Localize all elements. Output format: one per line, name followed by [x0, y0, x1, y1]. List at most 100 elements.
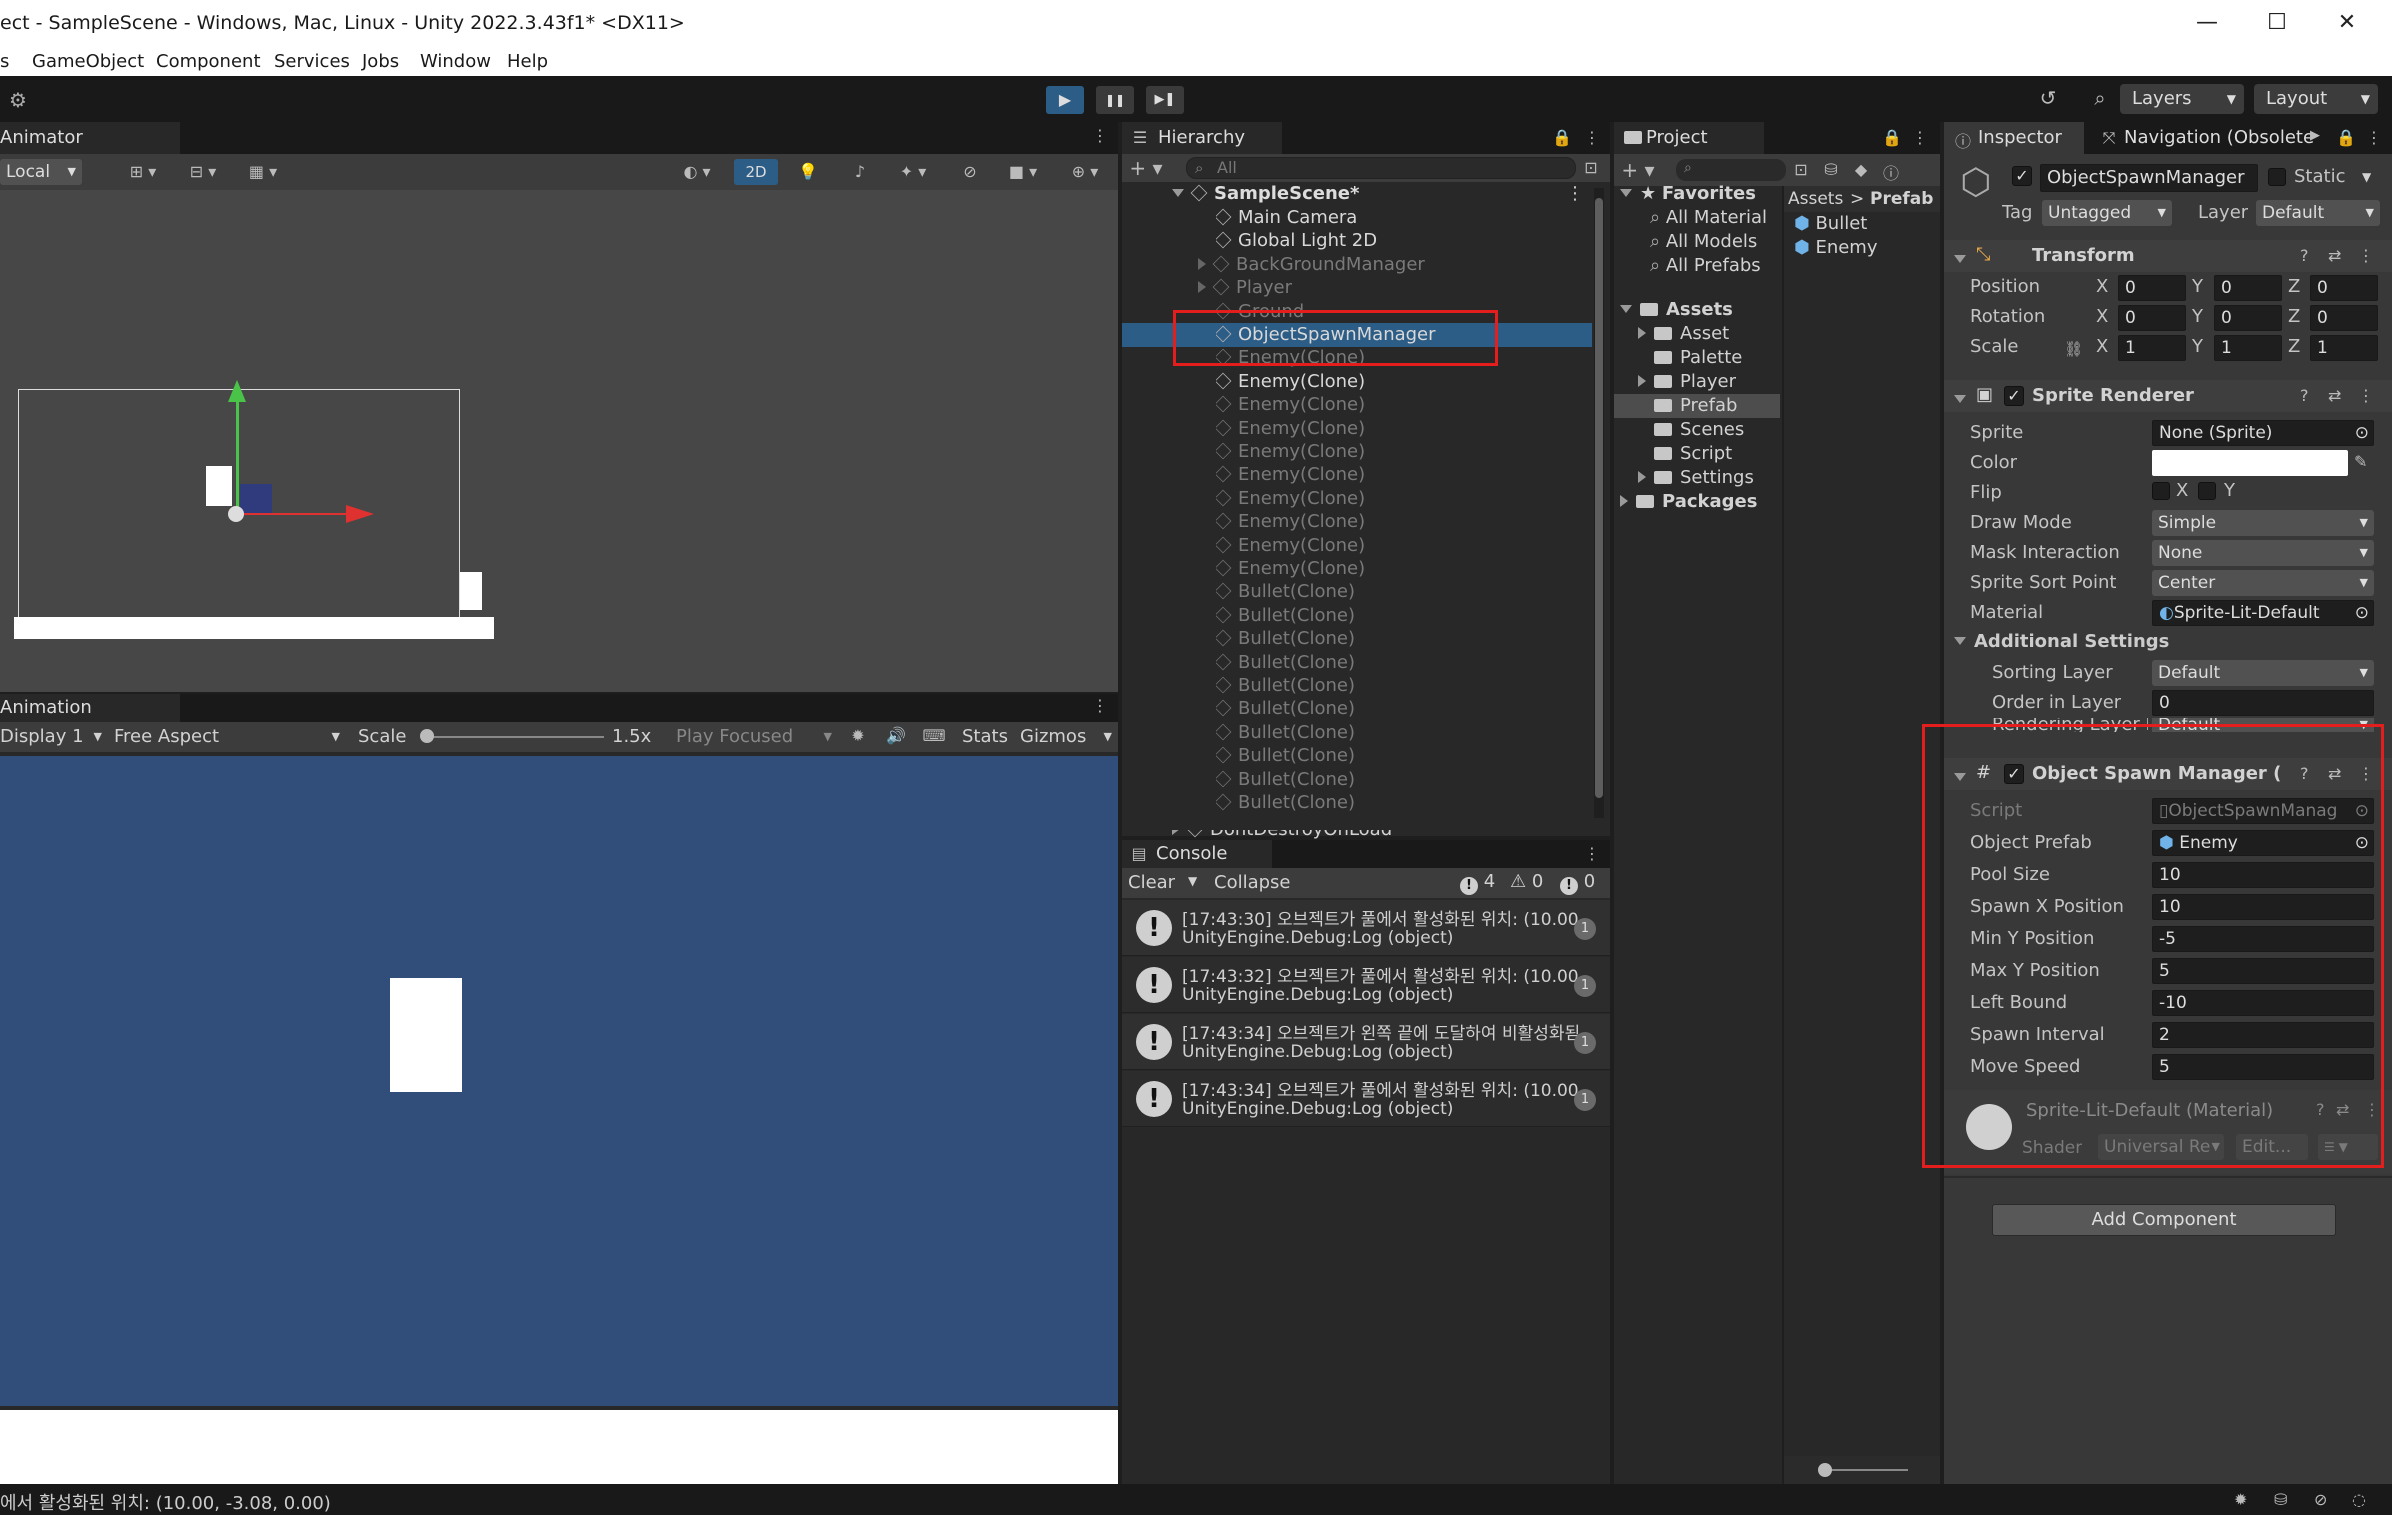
hierarchy-item[interactable]: Bullet(Clone) — [1122, 791, 1592, 815]
cloud-settings-icon[interactable]: ⚙ — [6, 88, 30, 112]
tag-dropdown[interactable]: Untagged ▼ — [2042, 200, 2172, 226]
transform-z-field[interactable]: 0 — [2310, 275, 2378, 301]
menu-item-services[interactable]: Services — [274, 51, 350, 72]
rect-handle[interactable] — [240, 484, 272, 514]
hierarchy-search[interactable]: ⌕ All — [1186, 157, 1576, 179]
layer-dropdown[interactable]: Default ▼ — [2256, 200, 2380, 226]
expand-arrow-icon[interactable] — [1198, 257, 1206, 270]
icon-size-thumb[interactable] — [1818, 1463, 1832, 1477]
hierarchy-item[interactable]: Bullet(Clone) — [1122, 721, 1592, 745]
expand-arrow-icon[interactable] — [1198, 281, 1206, 294]
flip-y-checkbox[interactable] — [2198, 482, 2216, 500]
asset-folder-item[interactable]: Scenes — [1614, 418, 1780, 442]
hidden-packages-icon[interactable]: ⓘ — [1880, 160, 1902, 184]
scene-menu-icon[interactable]: ⋮ — [1566, 182, 1584, 206]
asset-folder-item[interactable]: Script — [1614, 442, 1780, 466]
project-search[interactable]: ⌕ — [1676, 159, 1786, 181]
menu-item-help[interactable]: Help — [507, 51, 548, 72]
hierarchy-scroll-thumb[interactable] — [1595, 198, 1603, 798]
auto-generate-lighting-icon[interactable]: ⊘ — [2314, 1490, 2327, 1509]
static-dropdown-icon[interactable]: ▼ — [2362, 170, 2371, 184]
console-entry[interactable]: ! [17:43:32] 오브젝트가 풀에서 활성화된 위치: (10.00 Uni… — [1122, 957, 1610, 1013]
panel-menu-icon[interactable]: ⋮ — [1582, 128, 1602, 147]
expand-arrow-icon[interactable] — [1638, 375, 1646, 387]
asset-folder-item[interactable]: Prefab — [1614, 394, 1780, 418]
hierarchy-item[interactable]: Enemy(Clone) — [1122, 463, 1592, 487]
menu-item-assets[interactable]: s — [0, 51, 9, 72]
clear-button[interactable]: Clear — [1128, 872, 1175, 893]
breadcrumb-assets[interactable]: Assets — [1788, 186, 1843, 212]
packages-row[interactable]: Packages — [1614, 490, 1780, 514]
y-axis-gizmo[interactable] — [236, 388, 239, 510]
transform-y-field[interactable]: 1 — [2214, 335, 2282, 361]
menu-item-jobs[interactable]: Jobs — [362, 51, 399, 72]
tab-animator[interactable]: Animator — [0, 122, 180, 154]
layout-dropdown[interactable]: Layout ▼ — [2254, 84, 2378, 114]
asset-folder-item[interactable]: Asset — [1614, 322, 1780, 346]
ground-sprite[interactable] — [14, 617, 494, 639]
additional-settings-row[interactable]: Additional Settings — [1944, 630, 2392, 654]
step-button[interactable]: ▶❚ — [1146, 86, 1184, 114]
component-menu-icon[interactable]: ⋮ — [2358, 246, 2374, 265]
hierarchy-scrollbar[interactable] — [1594, 188, 1604, 818]
error-count-toggle[interactable]: ! 0 — [1560, 871, 1595, 895]
play-button[interactable]: ▶ — [1046, 86, 1084, 114]
align-icon[interactable]: ▦ ▾ — [238, 162, 288, 181]
2d-toggle-button[interactable]: 2D — [734, 159, 778, 185]
bug-icon[interactable]: ✹ — [846, 726, 870, 745]
project-splitter[interactable] — [1782, 186, 1784, 1484]
help-icon[interactable]: ? — [2300, 386, 2309, 405]
effects-icon[interactable]: ✦ ▾ — [890, 162, 936, 181]
menu-item-window[interactable]: Window — [420, 51, 491, 72]
hierarchy-item[interactable]: Bullet(Clone) — [1122, 768, 1592, 792]
console-entry[interactable]: ! [17:43:34] 오브젝트가 왼쪽 끝에 도달하여 비활성화됨 UnityE… — [1122, 1014, 1610, 1070]
history-icon[interactable]: ↺ — [2034, 86, 2062, 114]
collapse-button[interactable]: Collapse — [1214, 872, 1291, 893]
aspect-dropdown[interactable]: Free Aspect ▼ — [114, 724, 344, 750]
asset-folder-item[interactable]: Player — [1614, 370, 1780, 394]
layers-dropdown[interactable]: Layers ▼ — [2120, 84, 2244, 114]
panel-menu-icon[interactable]: ⋮ — [1582, 844, 1602, 863]
order-in-layer-field[interactable]: 0 — [2152, 690, 2374, 716]
tag-icon[interactable]: ◆ — [1850, 160, 1872, 179]
sprite-renderer-enabled-checkbox[interactable]: ✓ — [2004, 386, 2024, 406]
camera-icon[interactable]: ■ ▾ — [1000, 162, 1046, 181]
material-field[interactable]: ◐Sprite-Lit-Default ⊙ — [2152, 600, 2374, 626]
gizmos-dropdown[interactable]: Gizmos ▼ — [1020, 724, 1116, 750]
hierarchy-item[interactable]: Main Camera — [1122, 206, 1592, 230]
add-object-icon[interactable]: + ▾ — [1126, 156, 1166, 180]
help-icon[interactable]: ? — [2300, 246, 2309, 265]
presets-icon[interactable]: ⇄ — [2328, 246, 2341, 265]
maximize-button[interactable]: ☐ — [2262, 8, 2292, 38]
hierarchy-item[interactable]: Player — [1122, 276, 1592, 300]
lock-icon[interactable]: 🔒 — [1552, 128, 1572, 147]
assets-root-row[interactable]: Assets — [1614, 298, 1780, 322]
file-enemy[interactable]: ⬢ Enemy — [1794, 236, 1934, 260]
transform-header[interactable]: ⤡ Transform ? ⇄ ⋮ — [1944, 240, 2392, 272]
hierarchy-item[interactable]: Bullet(Clone) — [1122, 580, 1592, 604]
player-sprite[interactable] — [206, 466, 232, 506]
clear-options-icon[interactable]: ▼ — [1188, 874, 1197, 888]
hierarchy-item[interactable]: Bullet(Clone) — [1122, 651, 1592, 675]
favorite-item[interactable]: ⌕ All Prefabs — [1614, 254, 1780, 278]
bug-icon[interactable]: ✹ — [2234, 1490, 2247, 1509]
pause-button[interactable]: ❚❚ — [1096, 86, 1134, 114]
log-count-toggle[interactable]: ! 4 — [1460, 871, 1495, 895]
warning-count-toggle[interactable]: ⚠ 0 — [1510, 871, 1543, 892]
constrain-scale-icon[interactable]: ⛓ — [2064, 340, 2083, 358]
sprite-field[interactable]: None (Sprite) ⊙ — [2152, 420, 2374, 446]
hierarchy-item[interactable]: Enemy(Clone) — [1122, 557, 1592, 581]
minimize-button[interactable]: — — [2192, 8, 2222, 38]
panel-menu-icon[interactable]: ⋮ — [1910, 128, 1930, 147]
search-type-icon[interactable]: ⊡ — [1790, 160, 1812, 179]
scene-root-row[interactable]: SampleScene* ⋮ — [1122, 182, 1592, 206]
mute-audio-icon[interactable]: 🔊 — [884, 726, 908, 745]
scale-slider-thumb[interactable] — [420, 729, 434, 743]
scale-slider[interactable] — [424, 736, 604, 738]
transform-x-field[interactable]: 0 — [2118, 275, 2186, 301]
grid-snap-icon[interactable]: ⊞ ▾ — [118, 162, 168, 181]
game-view[interactable] — [0, 756, 1118, 1406]
active-checkbox[interactable]: ✓ — [2012, 166, 2032, 186]
lighting-icon[interactable]: 💡 — [794, 162, 822, 181]
flip-x-checkbox[interactable] — [2152, 482, 2170, 500]
